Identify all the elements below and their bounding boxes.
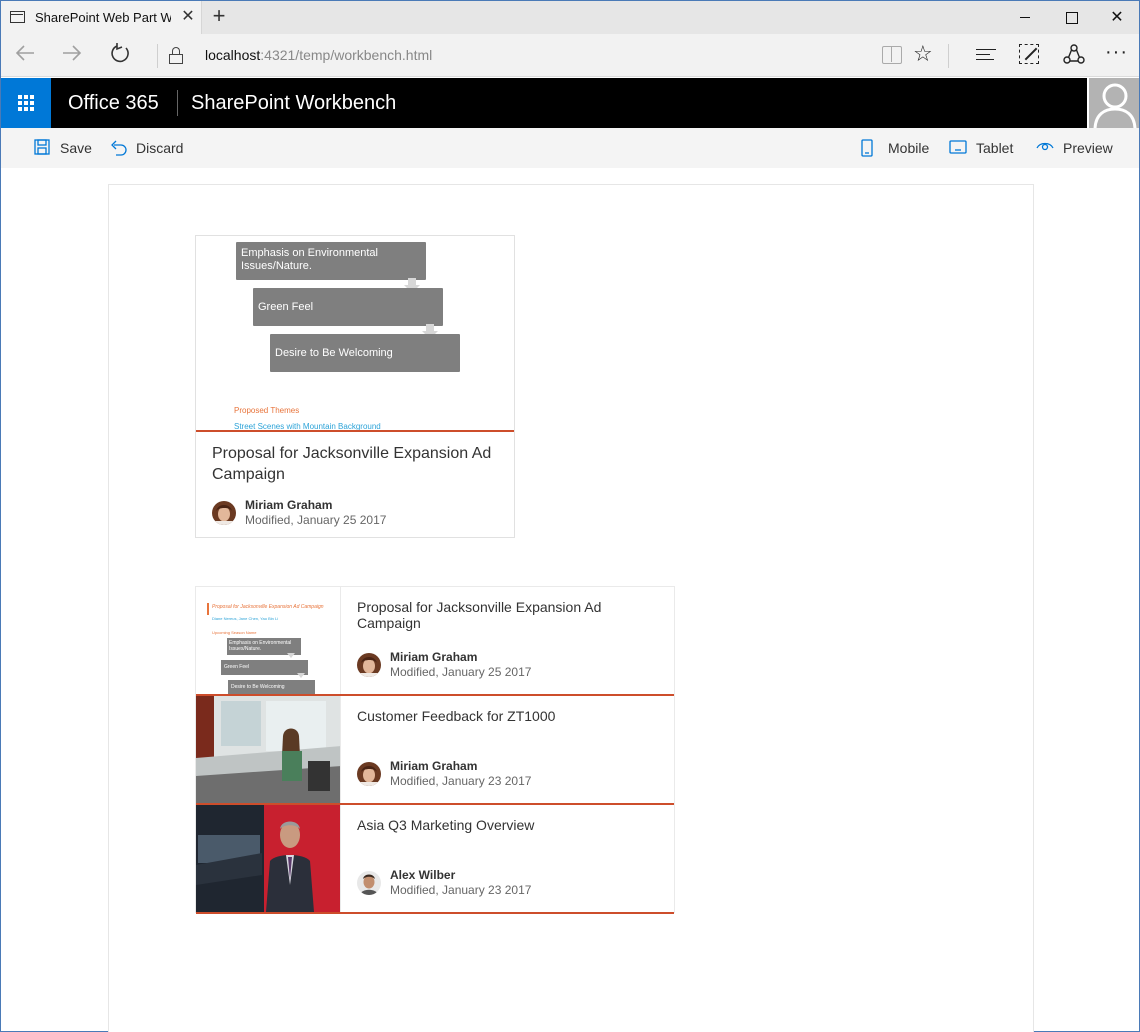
save-icon bbox=[34, 139, 52, 157]
lock-icon[interactable] bbox=[169, 47, 183, 65]
mobile-label: Mobile bbox=[888, 140, 930, 156]
preview-box: Green Feel bbox=[253, 288, 443, 326]
thumb-heading: Proposal for Jacksonville Expansion Ad C… bbox=[212, 604, 324, 610]
list-item[interactable]: Proposal for Jacksonville Expansion Ad C… bbox=[196, 587, 674, 696]
tab-close-icon[interactable]: ✕ bbox=[179, 7, 197, 27]
user-avatar-icon[interactable] bbox=[1087, 78, 1139, 128]
document-thumbnail bbox=[196, 696, 341, 803]
preview-box: Emphasis on Environmental Issues/Nature. bbox=[236, 242, 426, 280]
share-icon[interactable] bbox=[1063, 44, 1085, 66]
save-label: Save bbox=[60, 140, 92, 156]
suite-title: SharePoint Workbench bbox=[191, 92, 397, 114]
more-icon[interactable]: ··· bbox=[1105, 41, 1128, 64]
card-title[interactable]: Proposal for Jacksonville Expansion Ad C… bbox=[212, 443, 504, 485]
document-thumbnail: Proposal for Jacksonville Expansion Ad C… bbox=[196, 587, 341, 694]
web-note-icon[interactable] bbox=[1019, 44, 1039, 64]
author-name: Alex Wilber bbox=[390, 868, 456, 882]
item-author: Miriam Graham Modified, January 25 2017 bbox=[357, 650, 531, 680]
modified-date: Modified, January 25 2017 bbox=[245, 513, 387, 527]
thumb-section: Upcoming Season Name bbox=[212, 630, 257, 635]
close-window-button[interactable]: ✕ bbox=[1094, 1, 1140, 34]
hub-icon[interactable] bbox=[976, 47, 996, 63]
browser-window: SharePoint Web Part Wo ✕ + ✕ localhost:4… bbox=[0, 0, 1140, 1032]
card-author: Miriam Graham Modified, January 25 2017 bbox=[212, 498, 386, 528]
app-launcher-icon[interactable] bbox=[1, 78, 51, 128]
preview-box: Desire to Be Welcoming bbox=[270, 334, 460, 372]
item-title[interactable]: Customer Feedback for ZT1000 bbox=[357, 708, 657, 724]
modified-date: Modified, January 25 2017 bbox=[390, 665, 532, 679]
suite-bar: Office 365 SharePoint Workbench bbox=[1, 78, 1139, 128]
reading-view-icon[interactable] bbox=[882, 46, 902, 64]
url-field[interactable]: localhost:4321/temp/workbench.html bbox=[205, 47, 432, 63]
avatar bbox=[357, 871, 381, 895]
avatar bbox=[212, 501, 236, 525]
forward-icon[interactable] bbox=[57, 42, 87, 70]
back-icon[interactable] bbox=[10, 42, 40, 70]
save-button[interactable]: Save bbox=[34, 128, 92, 168]
minimize-button[interactable] bbox=[1002, 1, 1048, 34]
address-bar: localhost:4321/temp/workbench.html ☆ ··· bbox=[1, 34, 1139, 77]
document-thumbnail bbox=[196, 805, 341, 912]
preview-button[interactable]: Preview bbox=[1036, 128, 1113, 168]
new-tab-button[interactable]: + bbox=[207, 4, 231, 30]
command-bar: Save Discard Mobile Tablet Preview bbox=[1, 128, 1139, 168]
arrow-down-icon bbox=[297, 673, 305, 678]
maximize-button[interactable] bbox=[1048, 1, 1094, 34]
thumb-subtitle: Diane Nereus, Jane Chen, Yao Bin Li bbox=[212, 616, 279, 621]
thumb-box: Green Feel bbox=[221, 660, 308, 675]
office-365-link[interactable]: Office 365 bbox=[68, 92, 159, 115]
tablet-button[interactable]: Tablet bbox=[949, 128, 1013, 168]
list-item[interactable]: Asia Q3 Marketing Overview Alex Wilber M… bbox=[196, 805, 674, 914]
item-title[interactable]: Proposal for Jacksonville Expansion Ad C… bbox=[357, 599, 657, 631]
avatar bbox=[357, 762, 381, 786]
list-item[interactable]: Customer Feedback for ZT1000 Miriam Grah… bbox=[196, 696, 674, 805]
preview-themes-label: Proposed Themes bbox=[234, 406, 300, 415]
arrow-down-icon bbox=[287, 653, 295, 658]
modified-date: Modified, January 23 2017 bbox=[390, 883, 532, 897]
eye-icon bbox=[1036, 139, 1054, 157]
preview-subtitle: Street Scenes with Mountain Background bbox=[234, 422, 381, 431]
refresh-icon[interactable] bbox=[105, 42, 135, 70]
document-preview: Emphasis on Environmental Issues/Nature.… bbox=[196, 236, 514, 432]
tablet-icon bbox=[949, 139, 967, 157]
item-author: Miriam Graham Modified, January 23 2017 bbox=[357, 759, 531, 789]
browser-tab[interactable]: SharePoint Web Part Wo ✕ bbox=[1, 1, 202, 34]
author-name: Miriam Graham bbox=[390, 650, 478, 664]
undo-icon bbox=[110, 139, 128, 157]
document-list: Proposal for Jacksonville Expansion Ad C… bbox=[195, 586, 675, 914]
mobile-button[interactable]: Mobile bbox=[860, 128, 929, 168]
tab-title: SharePoint Web Part Wo bbox=[35, 10, 171, 25]
item-title[interactable]: Asia Q3 Marketing Overview bbox=[357, 817, 657, 833]
page-tab-icon bbox=[10, 11, 25, 23]
author-name: Miriam Graham bbox=[390, 759, 478, 773]
discard-label: Discard bbox=[136, 140, 184, 156]
preview-label: Preview bbox=[1063, 140, 1113, 156]
mobile-icon bbox=[860, 139, 878, 157]
discard-button[interactable]: Discard bbox=[110, 128, 183, 168]
thumb-box: Desire to Be Welcoming bbox=[228, 680, 315, 694]
author-name: Miriam Graham bbox=[245, 498, 333, 512]
favorite-star-icon[interactable]: ☆ bbox=[913, 41, 933, 67]
avatar bbox=[357, 653, 381, 677]
tablet-label: Tablet bbox=[976, 140, 1014, 156]
tab-strip: SharePoint Web Part Wo ✕ + ✕ bbox=[1, 1, 1139, 34]
document-card[interactable]: Emphasis on Environmental Issues/Nature.… bbox=[195, 235, 515, 538]
item-author: Alex Wilber Modified, January 23 2017 bbox=[357, 868, 531, 898]
modified-date: Modified, January 23 2017 bbox=[390, 774, 532, 788]
